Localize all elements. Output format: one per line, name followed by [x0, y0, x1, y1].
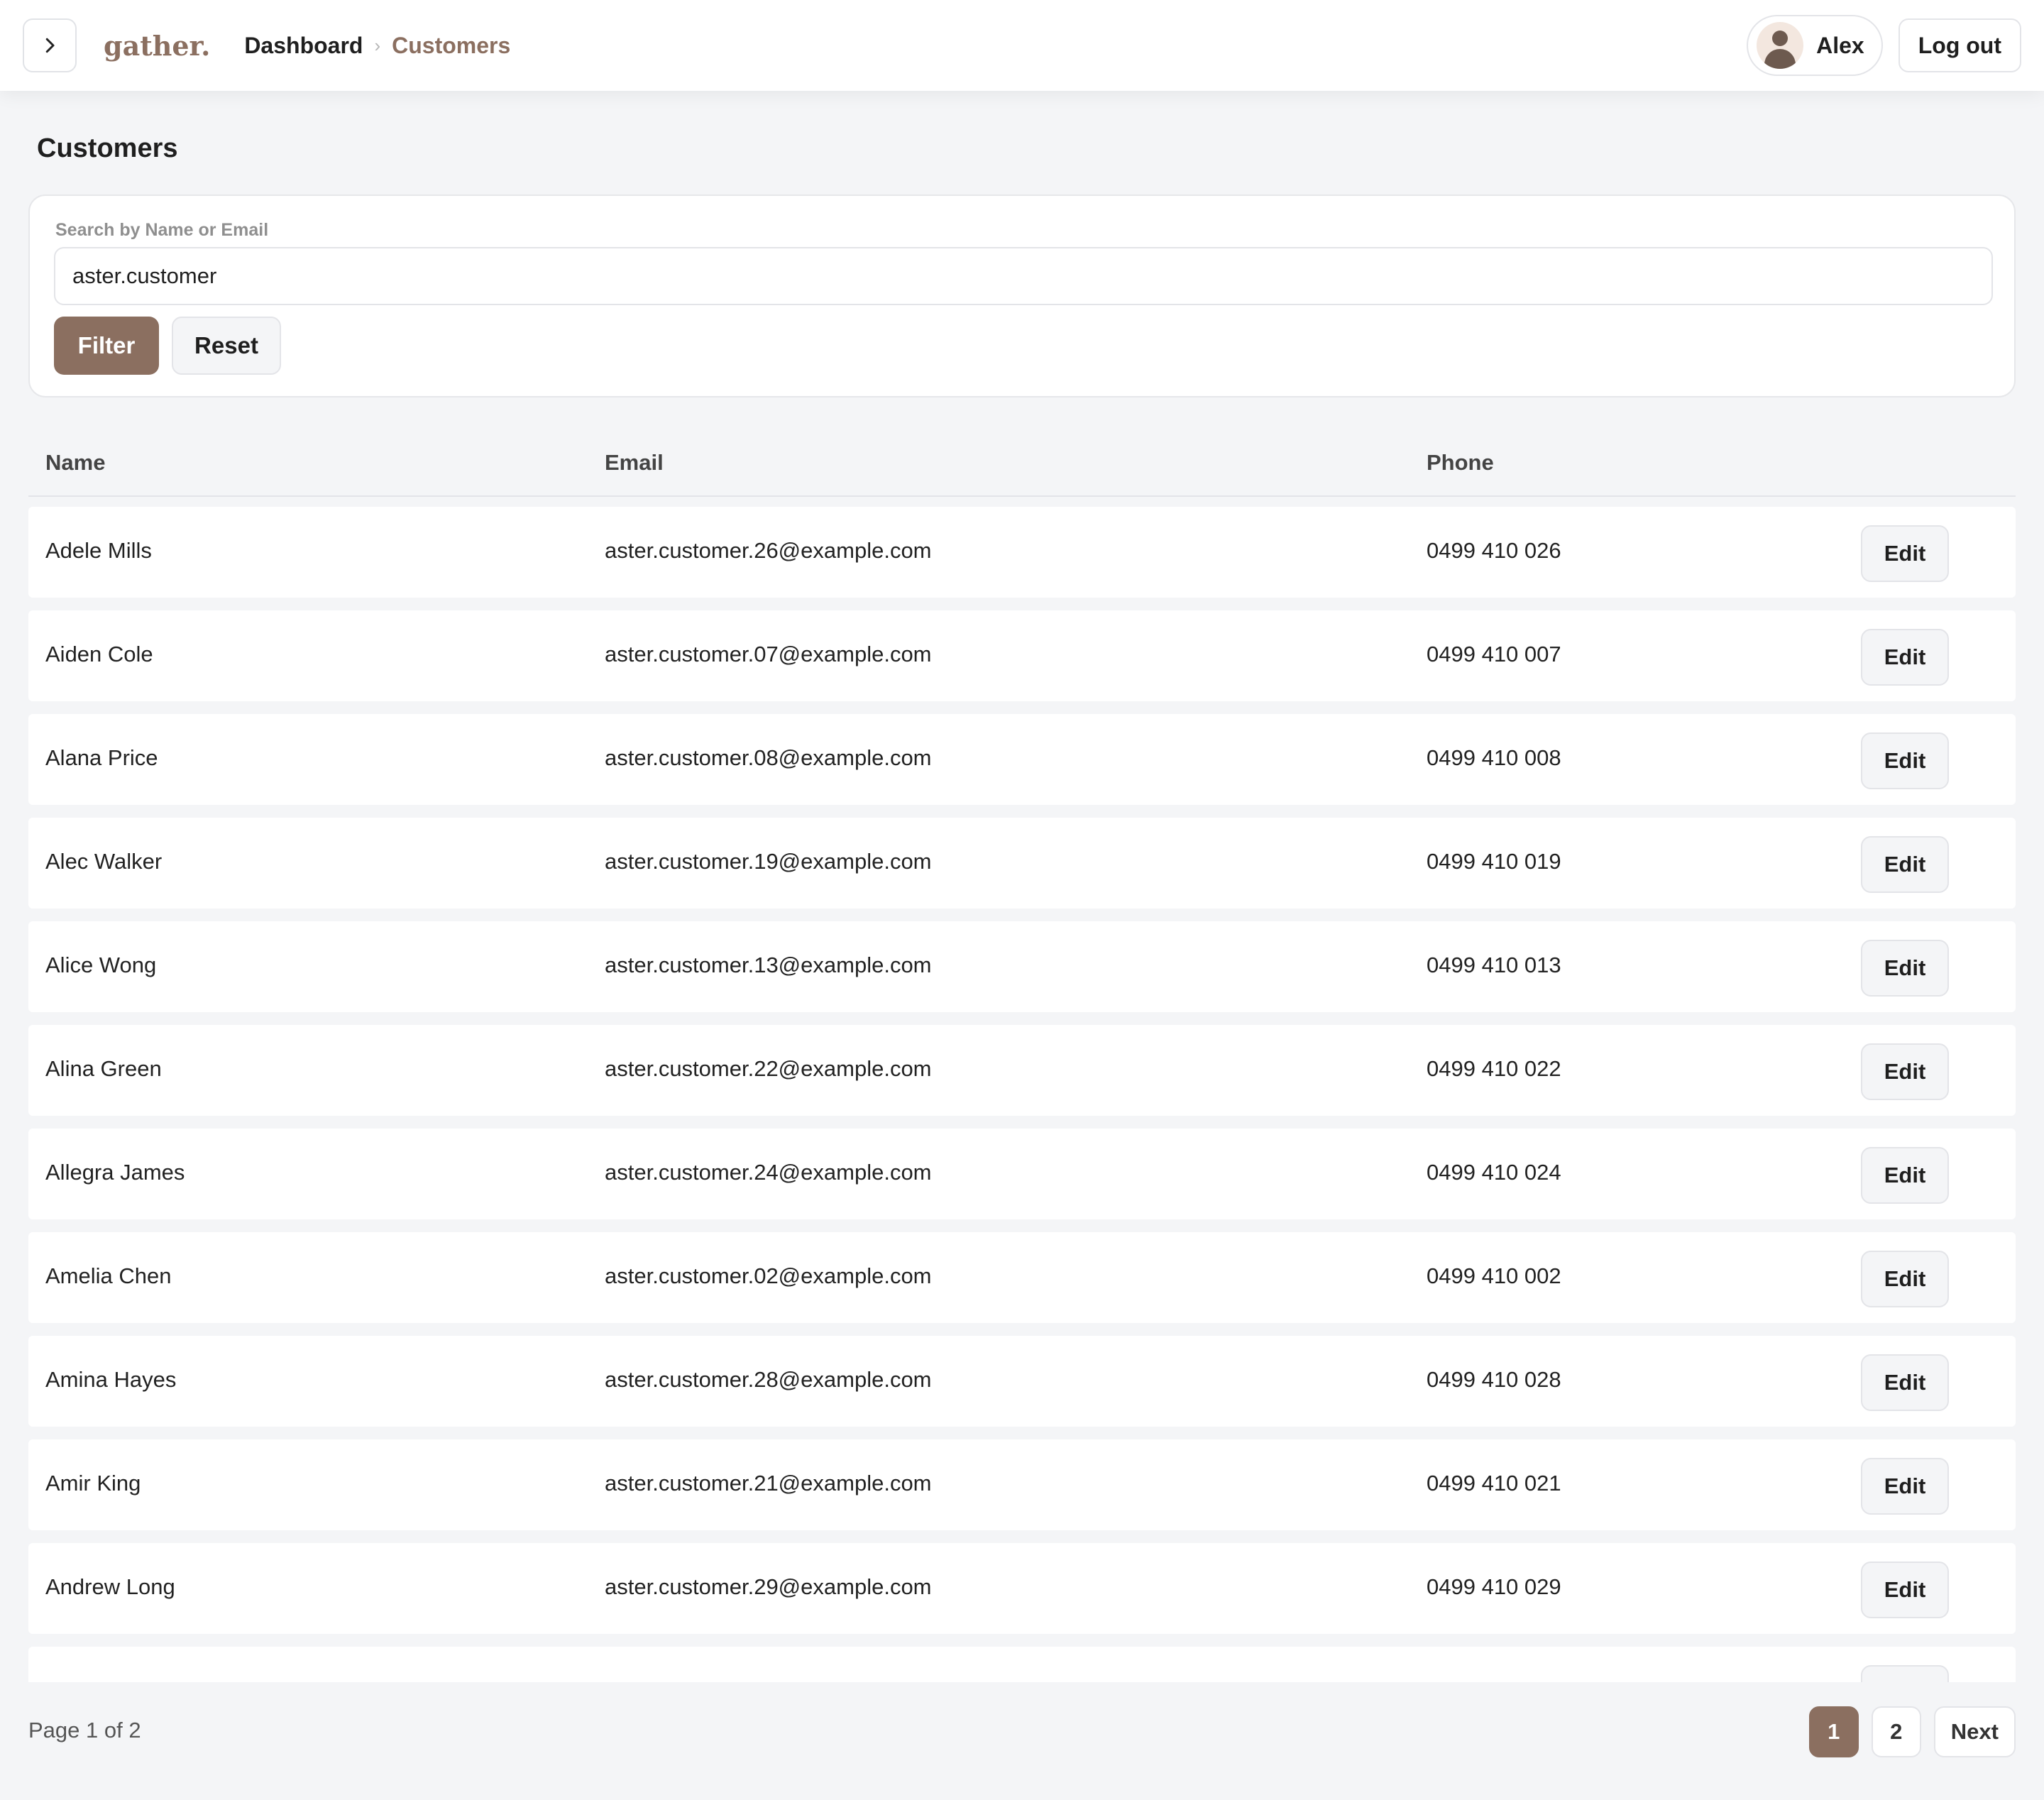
- table-header: Name Email Phone: [28, 436, 2016, 497]
- page-title: Customers: [37, 133, 178, 163]
- cell-phone: 0499 410 024: [1427, 1160, 1561, 1185]
- edit-button[interactable]: Edit: [1861, 1251, 1949, 1307]
- edit-button[interactable]: Edit: [1861, 1354, 1949, 1411]
- cell-name: Alana Price: [45, 745, 158, 770]
- logout-button[interactable]: Log out: [1898, 18, 2021, 72]
- table-row: Alana Price aster.customer.08@example.co…: [28, 714, 2016, 805]
- next-page-button[interactable]: Next: [1933, 1706, 2016, 1757]
- top-bar: gather. Dashboard › Customers Alex Log o…: [0, 0, 2044, 91]
- breadcrumb-current: Customers: [392, 32, 511, 58]
- column-header-name: Name: [45, 450, 106, 475]
- sidebar-toggle-button[interactable]: [23, 18, 77, 72]
- cell-phone: 0499 410 013: [1427, 953, 1561, 977]
- cell-email: aster.customer.26@example.com: [605, 538, 932, 563]
- cell-name: Aiden Cole: [45, 642, 153, 666]
- edit-button[interactable]: Edit: [1861, 1043, 1949, 1100]
- cell-email: aster.customer.28@example.com: [605, 1367, 932, 1392]
- filter-card: Search by Name or Email Filter Reset: [28, 194, 2016, 397]
- cell-name: Amir King: [45, 1471, 141, 1496]
- edit-button[interactable]: Edit: [1861, 629, 1949, 686]
- cell-email: aster.customer.13@example.com: [605, 953, 932, 977]
- avatar: [1757, 22, 1804, 69]
- page-button-2[interactable]: 2: [1871, 1706, 1921, 1757]
- pagination-info: Page 1 of 2: [28, 1718, 141, 1743]
- breadcrumb-dashboard-link[interactable]: Dashboard: [244, 33, 363, 59]
- table-row: Alec Walker aster.customer.19@example.co…: [28, 818, 2016, 909]
- table-row: Andrew Long aster.customer.29@example.co…: [28, 1543, 2016, 1634]
- cell-phone: 0499 410 021: [1427, 1471, 1561, 1496]
- table-row: Amir King aster.customer.21@example.com …: [28, 1439, 2016, 1530]
- user-menu-button[interactable]: Alex: [1747, 15, 1883, 76]
- table-row: Aiden Cole aster.customer.07@example.com…: [28, 610, 2016, 701]
- cell-phone: 0499 410 029: [1427, 1574, 1561, 1599]
- avatar-head-icon: [1772, 31, 1788, 46]
- user-controls: Alex Log out: [1747, 15, 2021, 76]
- edit-button[interactable]: Edit: [1861, 1562, 1949, 1618]
- edit-button[interactable]: Edit: [1861, 1147, 1949, 1204]
- table-row: Amina Hayes aster.customer.28@example.co…: [28, 1336, 2016, 1427]
- page-button-1[interactable]: 1: [1808, 1706, 1859, 1757]
- avatar-body-icon: [1764, 49, 1796, 69]
- edit-button[interactable]: Edit: [1861, 836, 1949, 893]
- pagination: 1 2 Next: [1796, 1706, 2016, 1757]
- cell-name: Adele Mills: [45, 538, 152, 563]
- cell-phone: 0499 410 022: [1427, 1056, 1561, 1081]
- cell-email: aster.customer.08@example.com: [605, 745, 932, 770]
- cell-name: Alice Wong: [45, 953, 157, 977]
- cell-phone: 0499 410 002: [1427, 1263, 1561, 1288]
- cell-email: aster.customer.19@example.com: [605, 849, 932, 874]
- table-row: Alice Wong aster.customer.13@example.com…: [28, 921, 2016, 1012]
- edit-button[interactable]: Edit: [1861, 525, 1949, 582]
- cell-phone: 0499 410 019: [1427, 849, 1561, 874]
- cell-name: Andrew Long: [45, 1574, 175, 1599]
- edit-button[interactable]: Edit: [1861, 940, 1949, 997]
- cell-phone: 0499 410 007: [1427, 642, 1561, 666]
- edit-button[interactable]: Edit: [1861, 1458, 1949, 1515]
- edit-button[interactable]: Edit: [1861, 1665, 1949, 1682]
- user-name: Alex: [1816, 32, 1864, 58]
- cell-phone: 0499 410 028: [1427, 1367, 1561, 1392]
- cell-name: Alec Walker: [45, 849, 163, 874]
- breadcrumb: Dashboard › Customers: [244, 33, 510, 59]
- table-row: Adele Mills aster.customer.26@example.co…: [28, 507, 2016, 598]
- cell-email: aster.customer.02@example.com: [605, 1263, 932, 1288]
- breadcrumb-separator-icon: ›: [374, 34, 381, 56]
- cell-email: aster.customer.07@example.com: [605, 642, 932, 666]
- table-row: Edit: [28, 1647, 2016, 1682]
- cell-name: Alina Green: [45, 1056, 162, 1081]
- cell-name: Allegra James: [45, 1160, 185, 1185]
- table-row: Allegra James aster.customer.24@example.…: [28, 1129, 2016, 1219]
- app-root: gather. Dashboard › Customers Alex Log o…: [0, 0, 2044, 1800]
- table-row: Alina Green aster.customer.22@example.co…: [28, 1025, 2016, 1116]
- edit-button[interactable]: Edit: [1861, 732, 1949, 789]
- cell-email: aster.customer.29@example.com: [605, 1574, 932, 1599]
- cell-email: aster.customer.22@example.com: [605, 1056, 932, 1081]
- table-row: Amelia Chen aster.customer.02@example.co…: [28, 1232, 2016, 1323]
- cell-phone: 0499 410 008: [1427, 745, 1561, 770]
- cell-email: aster.customer.24@example.com: [605, 1160, 932, 1185]
- filter-button[interactable]: Filter: [54, 317, 159, 375]
- chevron-right-icon: [45, 38, 55, 53]
- customer-table-body: Adele Mills aster.customer.26@example.co…: [28, 507, 2016, 1682]
- search-label: Search by Name or Email: [55, 220, 269, 240]
- reset-button[interactable]: Reset: [172, 317, 281, 375]
- app-logo[interactable]: gather.: [104, 30, 210, 62]
- cell-name: Amina Hayes: [45, 1367, 177, 1392]
- column-header-email: Email: [605, 450, 664, 475]
- cell-phone: 0499 410 026: [1427, 538, 1561, 563]
- column-header-phone: Phone: [1427, 450, 1494, 475]
- cell-email: aster.customer.21@example.com: [605, 1471, 932, 1496]
- search-input[interactable]: [54, 247, 1993, 305]
- cell-name: Amelia Chen: [45, 1263, 172, 1288]
